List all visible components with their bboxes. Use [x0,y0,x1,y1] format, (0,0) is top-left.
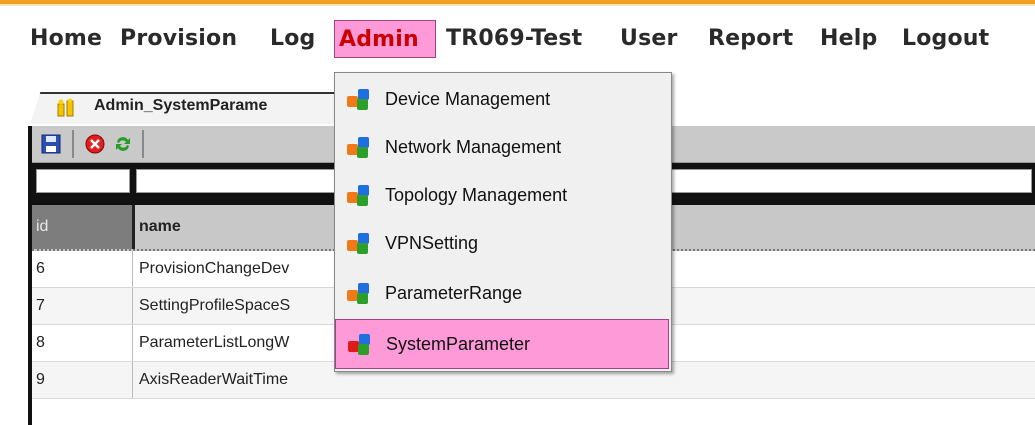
cancel-icon[interactable] [84,133,106,155]
menu-admin[interactable]: Admin [334,20,436,58]
menu-item-label: Network Management [385,137,562,157]
menu-item-systemparameter[interactable]: SystemParameter [335,319,669,369]
cubes-icon [347,137,369,158]
cubes-icon [347,233,369,254]
menu-item-topology-management[interactable]: Topology Management [335,171,669,219]
menu-item-label: Topology Management [385,185,568,205]
menu-item-network-management[interactable]: Network Management [335,123,669,171]
toolbar-separator [72,130,74,158]
menu-logout[interactable]: Logout [902,20,989,58]
column-header-id[interactable]: id [32,205,135,249]
cubes-icon [347,283,369,304]
window-tab-title: Admin_SystemParame [94,97,268,114]
menu-report[interactable]: Report [708,20,793,58]
cell-id: 8 [32,325,133,361]
menu-item-label: SystemParameter [386,334,531,354]
cubes-icon [347,185,369,206]
menu-help[interactable]: Help [820,20,877,58]
menu-provision[interactable]: Provision [120,20,237,58]
main-menubar: Home Provision Log Admin TR069-Test User… [0,6,1035,72]
id-filter-input[interactable] [36,169,130,193]
cubes-icon [347,89,369,110]
save-icon[interactable] [40,133,62,155]
menu-tr069-test[interactable]: TR069-Test [446,20,582,58]
refresh-icon[interactable] [112,133,134,155]
cell-id: 7 [32,288,133,324]
menu-user[interactable]: User [620,20,678,58]
menu-item-label: VPNSetting [385,233,479,253]
cubes-icon [348,334,370,355]
menu-log[interactable]: Log [270,20,315,58]
cell-id: 9 [32,362,133,398]
menu-item-label: Device Management [385,89,551,109]
menu-item-vpnsetting[interactable]: VPNSetting [335,219,669,267]
menu-home[interactable]: Home [30,20,102,58]
users-icon [57,98,74,117]
menu-item-label: ParameterRange [385,283,523,303]
admin-dropdown-menu: Device Management Network Management Top… [334,72,672,372]
menu-item-parameterrange[interactable]: ParameterRange [335,269,669,317]
toolbar-separator [142,130,144,158]
menu-item-device-management[interactable]: Device Management [335,75,669,123]
cell-id: 6 [32,251,133,287]
